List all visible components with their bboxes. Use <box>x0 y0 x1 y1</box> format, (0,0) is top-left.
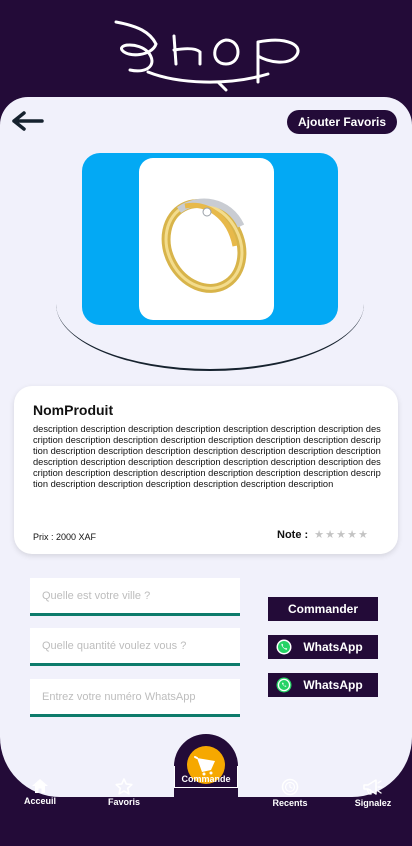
bottom-navigation: Acceuil Favoris Commande Recents Signale… <box>0 734 412 846</box>
add-favorite-button[interactable]: Ajouter Favoris <box>287 110 397 134</box>
rating-label: Note : <box>277 529 309 541</box>
whatsapp-button[interactable]: WhatsApp <box>268 635 378 659</box>
back-arrow-icon[interactable] <box>12 109 44 133</box>
whatsapp-button-label: WhatsApp <box>303 640 363 654</box>
nav-item-home[interactable]: Acceuil <box>5 778 75 806</box>
whatsapp-icon <box>276 639 292 655</box>
quantity-field[interactable] <box>30 628 240 666</box>
whatsapp-button-2[interactable]: WhatsApp <box>268 673 378 697</box>
ring-image <box>161 198 247 293</box>
nav-label-report: Signalez <box>354 798 392 808</box>
home-icon <box>32 779 48 793</box>
product-detail: Ajouter Favoris NomProduit description d… <box>0 97 412 797</box>
star-outline-icon <box>115 778 133 795</box>
star-icon[interactable]: ★ <box>325 530 335 541</box>
star-icon[interactable]: ★ <box>336 530 346 541</box>
product-price: Prix : 2000 XAF <box>33 532 97 542</box>
whatsapp-number-field[interactable] <box>30 679 240 717</box>
city-field[interactable] <box>30 578 240 616</box>
product-info-card: NomProduit description description descr… <box>14 386 398 554</box>
whatsapp-number-input[interactable] <box>30 679 240 714</box>
nav-item-favorites[interactable]: Favoris <box>89 778 159 807</box>
nav-label-favorites: Favoris <box>107 797 140 807</box>
nav-label-order: Commande <box>181 774 231 784</box>
rating-stars[interactable]: ★ ★ ★ ★ ★ <box>314 530 368 541</box>
nav-label-home: Acceuil <box>23 796 56 806</box>
nav-item-order[interactable]: Commande <box>174 734 238 814</box>
product-image-frame <box>139 158 274 320</box>
nav-item-report[interactable]: Signalez <box>338 778 408 808</box>
megaphone-icon <box>363 779 383 795</box>
whatsapp-icon <box>276 677 292 693</box>
product-image-card <box>82 153 338 325</box>
star-icon[interactable]: ★ <box>314 530 324 541</box>
product-name: NomProduit <box>33 402 114 418</box>
app-header <box>0 0 412 100</box>
star-icon[interactable]: ★ <box>358 530 368 541</box>
city-input[interactable] <box>30 578 240 613</box>
recent-icon <box>281 778 299 796</box>
whatsapp-button-label: WhatsApp <box>303 678 363 692</box>
product-description: description description description desc… <box>33 424 381 489</box>
product-rating: Note : ★ ★ ★ ★ ★ <box>277 529 368 541</box>
shop-logo <box>114 20 300 92</box>
order-button[interactable]: Commander <box>268 597 378 621</box>
quantity-input[interactable] <box>30 628 240 663</box>
nav-label-recents: Recents <box>272 798 308 808</box>
star-icon[interactable]: ★ <box>347 530 357 541</box>
nav-item-recents[interactable]: Recents <box>255 778 325 808</box>
